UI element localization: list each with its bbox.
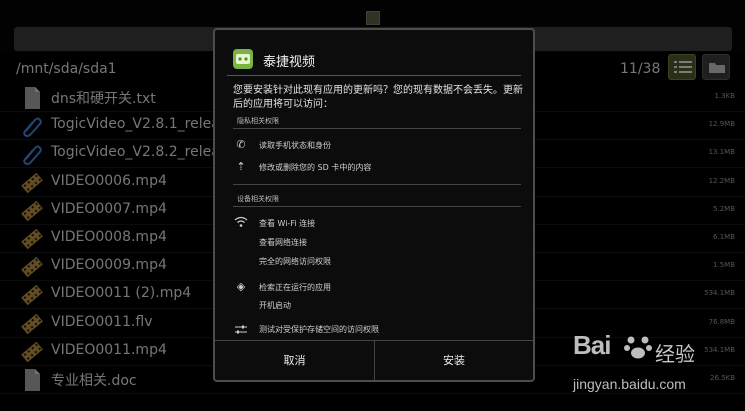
settings-sliders-icon <box>233 324 249 338</box>
wifi-icon <box>233 216 249 230</box>
permission-item: 开机启动 <box>259 301 291 310</box>
permission-item: 查看 Wi-Fi 连接 <box>259 219 316 228</box>
cancel-button[interactable]: 取消 <box>215 341 374 381</box>
watermark-logo: Bai <box>573 330 611 360</box>
install-button[interactable]: 安装 <box>374 341 533 381</box>
device-section-title: 设备相关权限 <box>237 195 279 203</box>
android-app-icon <box>233 49 253 69</box>
watermark-url: jingyan.baidu.com <box>573 376 686 392</box>
section-divider <box>233 184 521 185</box>
header-divider <box>227 75 521 76</box>
update-question: 您要安装针对此现有应用的更新吗？您的现有数据不会丢失。更新后的应用将可以访问： <box>233 85 523 110</box>
diamond-icon: ◈ <box>236 280 246 293</box>
dialog-header: 泰捷视频 <box>215 30 533 76</box>
paw-icon <box>624 336 652 359</box>
section-divider <box>233 128 521 129</box>
permission-item: 读取手机状态和身份 <box>259 141 331 150</box>
permission-item: 检索正在运行的应用 <box>259 283 331 292</box>
privacy-section-title: 隐私相关权限 <box>237 117 279 125</box>
permission-item: 查看网络连接 <box>259 238 307 247</box>
phone-icon: ✆ <box>236 138 246 151</box>
permission-item: 完全的网络访问权限 <box>259 257 331 266</box>
section-divider <box>233 206 521 207</box>
dialog-button-bar: 取消 安装 <box>215 340 533 381</box>
permission-item: 测试对受保护存储空间的访问权限 <box>259 325 379 334</box>
watermark-logo-tail: 经验 <box>655 342 695 366</box>
app-name: 泰捷视频 <box>263 55 316 70</box>
usb-icon: ⇡ <box>236 160 246 173</box>
install-dialog: 泰捷视频 您要安装针对此现有应用的更新吗？您的现有数据不会丢失。更新后的应用将可… <box>213 28 535 382</box>
baidu-watermark: Bai 经验 jingyan.baidu.com <box>567 330 737 400</box>
permission-item: 修改或删除您的 SD 卡中的内容 <box>259 163 372 172</box>
